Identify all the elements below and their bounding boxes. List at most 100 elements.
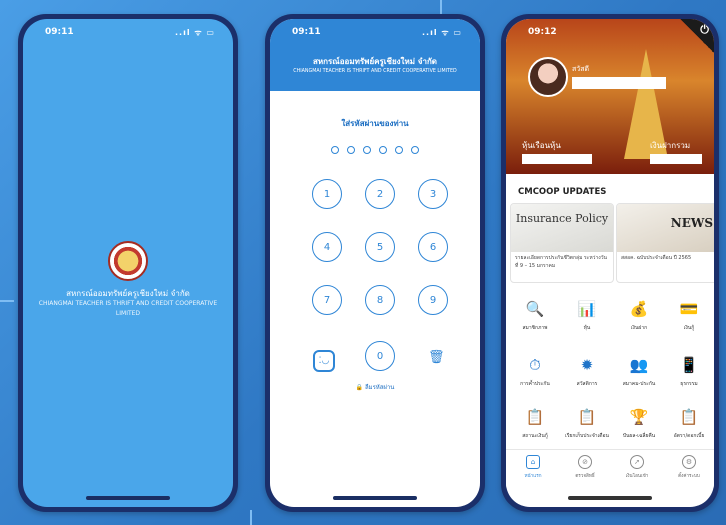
- key-7[interactable]: 7: [312, 285, 342, 315]
- tab-bar: ⌂ หน้าแรก ⊘ ตรวจสิทธิ์ ➚ เงินโอนเข้า ⚙ ตั้งค…: [506, 449, 714, 488]
- tab-transfer[interactable]: ➚ เงินโอนเข้า: [614, 455, 660, 480]
- key-9[interactable]: 9: [418, 285, 448, 315]
- menu-label: สถานะเงินกู้: [522, 433, 548, 439]
- home-screen: 09:12 ⏻ สวัสดี หุ้นเรือนหุ้น เงินฝากรวม …: [506, 19, 714, 507]
- key-6[interactable]: 6: [418, 232, 448, 262]
- background-line: [440, 0, 442, 14]
- transaction-icon: 📱: [679, 356, 699, 374]
- news-card[interactable]: Insurance Policy รายละเอียดการประกันชีวิ…: [510, 203, 614, 283]
- menu-label: สมาคม-ประกัน: [622, 381, 656, 387]
- news-caption: สสอค. ฉบับประจำเดือน ปี 2565: [621, 255, 692, 261]
- tab-check[interactable]: ⊘ ตรวจสิทธิ์: [562, 455, 608, 480]
- tab-label: ตรวจสิทธิ์: [575, 474, 595, 479]
- forgot-password-label: ลืมรหัสผ่าน: [364, 384, 395, 391]
- loan-icon: 💳: [679, 300, 699, 318]
- home-indicator[interactable]: [568, 496, 652, 500]
- menu-transaction[interactable]: 📱 ธุรกรรม: [666, 355, 712, 388]
- status-icons: ..ıl ᯤ ▭: [175, 28, 215, 37]
- tab-home[interactable]: ⌂ หน้าแรก: [510, 455, 556, 480]
- cooperative-logo: [108, 241, 148, 281]
- key-0[interactable]: 0: [365, 341, 395, 371]
- pin-dot: [411, 146, 419, 154]
- power-icon[interactable]: ⏻: [700, 23, 709, 37]
- rate-icon: 📋: [679, 408, 699, 426]
- key-8[interactable]: 8: [365, 285, 395, 315]
- phone-splash: 09:11 ..ıl ᯤ ▭ สหกรณ์ออมทรัพย์ครูเชียงให…: [18, 14, 238, 512]
- faceid-icon[interactable]: ⁚◡: [313, 350, 335, 372]
- background-line: [0, 300, 14, 302]
- home-indicator[interactable]: [86, 496, 170, 500]
- menu-welfare[interactable]: ✹ สวัสดิการ: [564, 355, 610, 388]
- menu-dividend[interactable]: 🏆 ปันผล-เฉลี่ยคืน: [616, 407, 662, 440]
- status-time: 09:11: [45, 27, 74, 37]
- loan-status-icon: 📋: [525, 408, 545, 426]
- menu-label: เรียกเก็บประจำเดือน: [565, 433, 609, 439]
- menu-label: สวัสดิการ: [576, 381, 598, 387]
- search-icon: 🔍: [525, 300, 545, 318]
- chart-icon: 📊: [577, 300, 597, 318]
- pin-title: ใส่รหัสผ่านของท่าน: [341, 119, 409, 128]
- user-name-field: [572, 77, 666, 89]
- forgot-password-link[interactable]: 🔒 ลืมรหัสผ่าน: [270, 382, 480, 392]
- pin-screen: สหกรณ์ออมทรัพย์ครูเชียงใหม่ จำกัด CHIANG…: [270, 19, 480, 507]
- menu-label: อัตรา/ดอกเบี้ย: [673, 433, 705, 439]
- transfer-icon: ➚: [630, 455, 644, 469]
- menu-rate[interactable]: 📋 อัตรา/ดอกเบี้ย: [666, 407, 712, 440]
- insurance-image: Insurance Policy: [511, 204, 613, 252]
- trash-icon[interactable]: 🗑: [428, 351, 445, 365]
- pin-dot: [331, 146, 339, 154]
- header-title-en: CHIANGMAI TEACHER IS THRIFT AND CREDIT C…: [293, 69, 457, 74]
- header-title-th: สหกรณ์ออมทรัพย์ครูเชียงใหม่ จำกัด: [313, 57, 437, 66]
- dividend-icon: 🏆: [629, 408, 649, 426]
- deposit-label: เงินฝากรวม: [650, 141, 691, 150]
- deposit-value: [650, 154, 702, 164]
- welfare-icon: ✹: [580, 356, 594, 374]
- news-card[interactable]: NEWS สสอค. ฉบับประจำเดือน ปี 2565: [616, 203, 714, 283]
- pin-dot: [379, 146, 387, 154]
- status-bar: 09:11 ..ıl ᯤ ▭: [270, 19, 480, 41]
- share-label: หุ้นเรือนหุ้น: [522, 141, 561, 150]
- settings-icon: ⚙: [682, 455, 696, 469]
- home-indicator[interactable]: [333, 496, 417, 500]
- menu-label: ปันผล-เฉลี่ยคืน: [622, 433, 656, 439]
- menu-label: สมาชิกภาพ: [522, 325, 548, 331]
- key-2[interactable]: 2: [365, 179, 395, 209]
- tab-settings[interactable]: ⚙ ตั้งค่าระบบ: [666, 455, 712, 480]
- org-name-en: CHIANGMAI TEACHER IS THRIFT AND CREDIT C…: [38, 300, 218, 317]
- news-caption: รายละเอียดการประกันชีวิตกลุ่ม ระหว่างวัน…: [515, 255, 607, 269]
- phone-pin: สหกรณ์ออมทรัพย์ครูเชียงใหม่ จำกัด CHIANG…: [265, 14, 485, 512]
- status-bar: 09:11 ..ıl ᯤ ▭: [23, 19, 233, 41]
- menu-guarantee[interactable]: ⏱ การค้ำประกัน: [512, 355, 558, 388]
- key-3[interactable]: 3: [418, 179, 448, 209]
- menu-shares[interactable]: 📊 หุ้น: [564, 299, 610, 332]
- menu-label: เงินกู้: [683, 325, 695, 331]
- greeting-label: สวัสดี: [572, 65, 590, 73]
- menu-label: การค้ำประกัน: [520, 381, 550, 387]
- compass-icon: ⊘: [578, 455, 592, 469]
- billing-icon: 📋: [577, 408, 597, 426]
- menu-loan-status[interactable]: 📋 สถานะเงินกู้: [512, 407, 558, 440]
- news-image: NEWS: [617, 204, 714, 252]
- share-value: [522, 154, 592, 164]
- menu-billing[interactable]: 📋 เรียกเก็บประจำเดือน: [564, 407, 610, 440]
- money-bag-icon: 💰: [629, 300, 649, 318]
- menu-loan[interactable]: 💳 เงินกู้: [666, 299, 712, 332]
- updates-title: CMCOOP UPDATES: [518, 187, 607, 197]
- tab-label: เงินโอนเข้า: [625, 474, 649, 479]
- menu-insurance[interactable]: 👥 สมาคม-ประกัน: [616, 355, 662, 388]
- guarantee-icon: ⏱: [529, 356, 541, 374]
- splash-screen: 09:11 ..ıl ᯤ ▭ สหกรณ์ออมทรัพย์ครูเชียงให…: [23, 19, 233, 507]
- status-time: 09:12: [528, 27, 557, 37]
- status-icons: ..ıl ᯤ ▭: [422, 28, 462, 37]
- menu-deposit[interactable]: 💰 เงินฝาก: [616, 299, 662, 332]
- pin-dot: [395, 146, 403, 154]
- key-1[interactable]: 1: [312, 179, 342, 209]
- menu-membership[interactable]: 🔍 สมาชิกภาพ: [512, 299, 558, 332]
- key-5[interactable]: 5: [365, 232, 395, 262]
- pin-dots: [270, 139, 480, 158]
- home-icon: ⌂: [526, 455, 540, 469]
- pin-dot: [363, 146, 371, 154]
- menu-label: หุ้น: [583, 325, 591, 331]
- key-4[interactable]: 4: [312, 232, 342, 262]
- avatar[interactable]: [528, 57, 568, 97]
